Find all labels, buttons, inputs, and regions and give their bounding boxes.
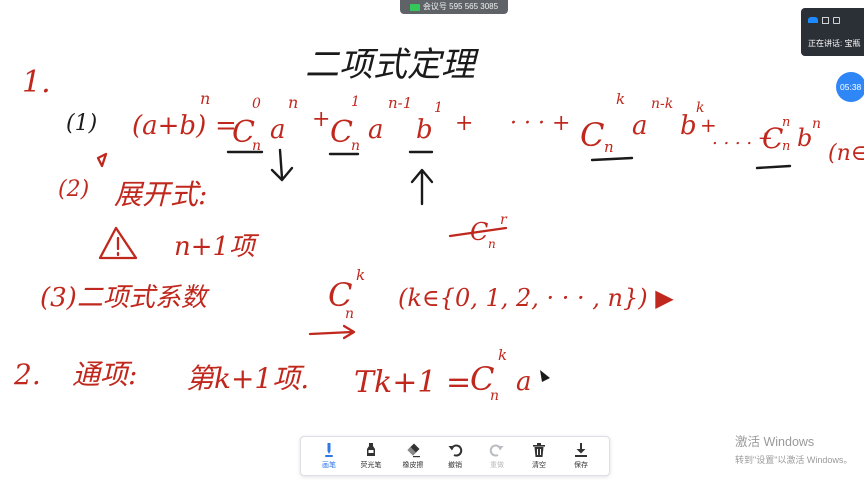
svg-text:a: a [516,367,532,397]
svg-text:a: a [632,111,648,141]
item-2-text: 展开式: [114,178,207,211]
svg-text:+: + [312,107,330,132]
pen-icon [325,443,333,457]
windows-activation-watermark: 激活 Windows 转到"设置"以激活 Windows。 [735,431,852,466]
svg-text:a: a [368,115,384,145]
svg-text:(a+b): (a+b) [132,111,206,141]
whiteboard-drawing: 二项式定理 1. (1) (a+b) n = C 0 n a n + C 1 n… [13,45,864,404]
whiteboard-toolbar: 画笔 荧光笔 橡皮擦 撤销 重做 清空 保存 [300,436,610,476]
svg-text:C: C [580,116,604,154]
trash-icon [533,443,545,457]
svg-text:b: b [416,115,433,145]
svg-text:n-1: n-1 [388,94,412,112]
svg-text:b: b [797,124,812,152]
binomial-expansion-formula: (a+b) n = C 0 n a n + C 1 n a n-1 b 1 + … [132,89,864,166]
expand-icon[interactable] [833,16,840,24]
svg-text:n: n [604,138,614,156]
svg-text:n: n [488,237,496,251]
timer-text: 05:38 [840,82,862,92]
svg-text:1: 1 [351,94,360,110]
svg-text:(k∈{0, 1, 2, · · · , n}) ▶: (k∈{0, 1, 2, · · · , n}) ▶ [398,284,674,312]
svg-text:n: n [782,115,790,130]
item-3-label: (3)二项式系数 [40,283,210,313]
svg-text:n: n [200,89,210,108]
activation-subtitle: 转到"设置"以激活 Windows。 [735,455,853,465]
minimize-icon[interactable] [808,17,818,23]
svg-text:+: + [455,111,473,136]
redo-button[interactable]: 重做 [479,442,515,470]
svg-text:1: 1 [434,100,443,116]
svg-text:a: a [270,115,286,145]
clear-button[interactable]: 清空 [521,442,557,470]
pen-tool-button[interactable]: 画笔 [311,442,347,470]
whiteboard-canvas[interactable]: 二项式定理 1. (1) (a+b) n = C 0 n a n + C 1 n… [0,0,864,486]
save-button[interactable]: 保存 [563,442,599,470]
eraser-icon [407,443,420,458]
svg-text:· · · +: · · · + [510,111,570,136]
svg-text:n: n [782,139,790,154]
speaking-indicator: 正在讲话: 宝瓶 [808,39,861,48]
pen-cursor [540,370,550,382]
svg-text:k: k [356,266,365,284]
highlighter-tool-button[interactable]: 荧光笔 [353,442,389,470]
svg-text:n: n [288,93,298,112]
undo-button[interactable]: 撤销 [437,442,473,470]
svg-text:C: C [762,122,783,155]
item-2-label: (2) [58,177,89,202]
restore-icon[interactable] [822,16,829,24]
section-1-number: 1. [22,65,51,100]
svg-text:n: n [345,306,354,322]
section-2-number: 2. [13,358,41,391]
term-symbol: Tk+1 = [354,365,471,400]
term-label: 第k+1项. [186,362,309,395]
binomial-coefficient: C k n (k∈{0, 1, 2, · · · , n}) ▶ [328,266,674,322]
speaker-widget[interactable]: 正在讲话: 宝瓶 [801,8,864,56]
highlighter-icon [367,443,375,456]
meeting-id-pill[interactable]: 会议号 595 565 3085 [400,0,508,14]
svg-text:k: k [616,90,625,108]
redo-icon [489,444,504,457]
svg-text:r: r [500,212,508,228]
svg-text:(n∈: (n∈ [828,141,864,166]
undo-icon [448,444,463,457]
svg-text:n: n [351,138,360,154]
timer-bubble[interactable]: 05:38 [836,72,864,102]
svg-text:k: k [498,346,507,364]
crossed-out-term: C r n [448,212,508,251]
svg-text:n-k: n-k [651,96,673,112]
signal-icon [409,3,420,11]
eraser-tool-button[interactable]: 橡皮擦 [395,442,431,470]
svg-text:n: n [812,116,821,132]
section-2-text: 通项: [72,358,137,391]
svg-text:C: C [330,115,353,150]
save-icon [575,443,587,457]
general-term-formula: C k n a [470,346,532,404]
meeting-id-text: 会议号 595 565 3085 [422,2,499,11]
svg-text:n: n [490,388,499,404]
svg-text:b: b [680,111,697,141]
activation-title: 激活 Windows [735,435,815,449]
whiteboard-title: 二项式定理 [305,45,479,85]
item-1-label: (1) [66,111,97,136]
warning-text: n+1项 [174,232,260,262]
svg-text:0: 0 [252,96,261,112]
